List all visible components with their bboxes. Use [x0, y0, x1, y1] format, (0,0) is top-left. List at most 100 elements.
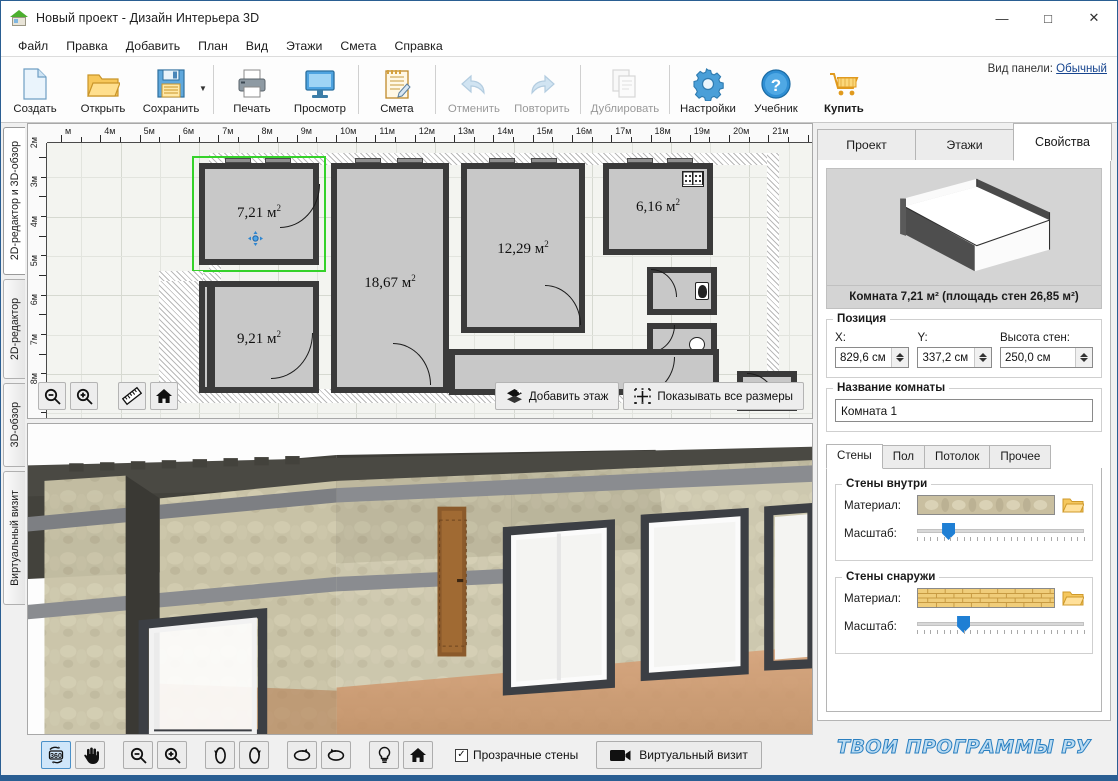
plan-canvas[interactable]: 7,21 м2 18,67 м2 12,29 м2 6,16 м2 9,21 м…	[47, 143, 812, 418]
ruler-label: 16м	[575, 126, 593, 136]
toolbar-button-preview[interactable]: Просмотр	[286, 57, 354, 122]
position-y-arrows[interactable]	[973, 348, 991, 367]
view3d-home-button[interactable]	[403, 741, 433, 769]
ruler-tick	[39, 274, 46, 276]
grid-line	[120, 143, 122, 418]
save-dropdown-caret-icon[interactable]: ▼	[199, 84, 207, 95]
viewport-3d[interactable]	[27, 423, 813, 735]
tab-project[interactable]: Проект	[817, 129, 916, 161]
walls-inside-browse-button[interactable]	[1062, 496, 1085, 514]
viewport-3d-render[interactable]	[28, 424, 812, 734]
menu-item-estimate[interactable]: Смета	[331, 37, 385, 55]
ruler-tick	[591, 137, 593, 142]
menu-item-file[interactable]: Файл	[9, 37, 57, 55]
ruler-label: 21м	[772, 126, 789, 136]
add-floor-button[interactable]: Добавить этаж	[494, 382, 620, 410]
walls-inside-material-swatch[interactable]	[917, 495, 1055, 515]
plan-zoom-in-button[interactable]	[70, 382, 98, 410]
room-name-input[interactable]	[835, 399, 1093, 422]
walls-outside-browse-button[interactable]	[1062, 589, 1085, 607]
position-x-input[interactable]	[836, 350, 892, 365]
sidebar-tab-2d-editor[interactable]: 2D-редактор	[3, 279, 25, 379]
ruler-tick	[80, 137, 82, 142]
plan-zoom-out-button[interactable]	[38, 382, 66, 410]
menu-item-edit[interactable]: Правка	[57, 37, 117, 55]
close-button[interactable]: ✕	[1071, 1, 1117, 35]
tab-properties-label: Свойства	[1035, 135, 1090, 149]
sidebar-tab-2d-3d[interactable]: 2D-редактор и 3D-обзор	[3, 127, 25, 275]
ruler-label: 11м	[379, 126, 395, 136]
view3d-rotate-360-button[interactable]: 360	[41, 741, 71, 769]
sidebar-tab-virtual-visit[interactable]: Виртуальный визит	[3, 471, 25, 605]
toolbar-button-print[interactable]: Печать	[218, 57, 286, 122]
wall-height-spinner[interactable]	[999, 347, 1094, 368]
properties-sidebar: Проект Этажи Свойства Комната 7,21 м² (п…	[817, 123, 1117, 775]
minimize-button[interactable]: —	[979, 1, 1025, 35]
subtab-ceiling[interactable]: Потолок	[924, 445, 991, 469]
view3d-zoom-out-button[interactable]	[123, 741, 153, 769]
view3d-light-button[interactable]	[369, 741, 399, 769]
floor-plan-editor[interactable]: м 4м 5м 6м 7м 8м 9м 10м 11м 12м 13м 14м 15м 16м 17м 18м…	[27, 123, 813, 419]
plan-measure-button[interactable]	[118, 382, 146, 410]
tab-floors[interactable]: Этажи	[915, 129, 1014, 161]
transparent-walls-checkbox[interactable]: ✓ Прозрачные стены	[455, 748, 578, 762]
ruler-label: 22	[812, 126, 813, 136]
ruler-label: м	[65, 126, 72, 136]
wall-height-arrows[interactable]	[1075, 348, 1093, 367]
menu-item-floors[interactable]: Этажи	[277, 37, 331, 55]
toolbar-button-tutorial[interactable]: ? Учебник	[742, 57, 810, 122]
position-x-spinner[interactable]	[835, 347, 910, 368]
position-y-spinner[interactable]	[917, 347, 992, 368]
svg-text:360: 360	[50, 753, 62, 760]
panel-view-value-link[interactable]: Обычный	[1056, 63, 1107, 75]
view3d-pan-button[interactable]	[75, 741, 105, 769]
view3d-spin-cw-button[interactable]	[321, 741, 351, 769]
wall-height-input[interactable]	[1000, 350, 1076, 365]
render-3d-scene	[28, 424, 812, 734]
plan-room-2[interactable]: 18,67 м2	[331, 163, 449, 393]
toolbar-button-save[interactable]: Сохранить	[137, 57, 205, 122]
zoom-in-icon	[164, 747, 181, 764]
light-bulb-icon	[378, 746, 390, 763]
toolbar-button-estimate[interactable]: Смета	[363, 57, 431, 122]
transparent-walls-checkbox-box[interactable]: ✓	[455, 748, 468, 762]
walls-inside-scale-slider[interactable]	[917, 522, 1085, 544]
ruler-tick	[316, 137, 318, 142]
toolbar-button-new[interactable]: Создать	[1, 57, 69, 122]
ruler-tick	[454, 135, 455, 142]
menu-item-add[interactable]: Добавить	[117, 37, 189, 55]
menu-item-view[interactable]: Вид	[237, 37, 277, 55]
walls-outside-scale-label: Масштаб:	[844, 619, 897, 633]
menu-item-plan[interactable]: План	[189, 37, 237, 55]
ruler-tick	[277, 137, 279, 142]
position-y-label: Y:	[917, 331, 928, 344]
save-floppy-icon	[156, 67, 186, 101]
toolbar-button-settings[interactable]: Настройки	[674, 57, 742, 122]
room-move-handle[interactable]	[248, 231, 263, 246]
toolbar-button-undo: Отменить	[440, 57, 508, 122]
virtual-visit-button[interactable]: Виртуальный визит	[596, 741, 762, 769]
subtab-other[interactable]: Прочее	[989, 445, 1052, 469]
ruler-tick	[296, 135, 298, 142]
plan-home-button[interactable]	[150, 382, 178, 410]
menu-item-help[interactable]: Справка	[385, 37, 451, 55]
view3d-spin-ccw-button[interactable]	[287, 741, 317, 769]
toolbar-button-open[interactable]: Открыть	[69, 57, 137, 122]
tab-properties[interactable]: Свойства	[1013, 123, 1112, 161]
show-dimensions-button[interactable]: Показывать все размеры	[623, 382, 804, 410]
walls-outside-scale-slider[interactable]	[917, 615, 1085, 637]
room-caption: Комната 7,21 м² (площадь стен 26,85 м²)	[826, 286, 1102, 309]
view3d-rotate-left-button[interactable]	[205, 741, 235, 769]
subtab-floor[interactable]: Пол	[881, 445, 926, 469]
toolbar-button-buy[interactable]: Купить	[810, 57, 878, 122]
walls-outside-material-swatch[interactable]	[917, 588, 1055, 608]
subtab-walls[interactable]: Стены	[826, 444, 883, 469]
sidebar-tab-3d-overview[interactable]: 3D-обзор	[3, 383, 25, 467]
position-x-arrows[interactable]	[891, 348, 909, 367]
ruler-label: 12м	[418, 126, 435, 136]
view3d-zoom-in-button[interactable]	[157, 741, 187, 769]
position-y-input[interactable]	[918, 350, 974, 365]
plan-room-4[interactable]: 6,16 м2	[603, 163, 713, 255]
maximize-button[interactable]: □	[1025, 1, 1071, 35]
view3d-rotate-right-button[interactable]	[239, 741, 269, 769]
